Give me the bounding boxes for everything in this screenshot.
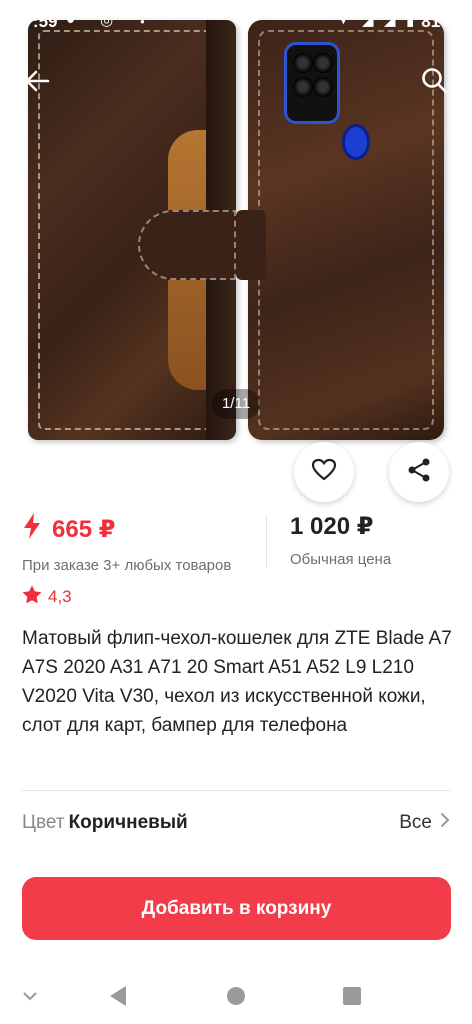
- color-value: Коричневый: [68, 812, 188, 833]
- signal-2-icon: ◢: [384, 12, 396, 29]
- system-nav-bar: [0, 968, 472, 1024]
- product-gallery[interactable]: 1/11: [0, 0, 472, 452]
- signal-icon: ◢: [362, 12, 374, 29]
- wifi-icon: ▼: [336, 11, 351, 28]
- promo-price: 665 ₽: [52, 516, 116, 543]
- regular-price-label: Обычная цена: [290, 551, 392, 568]
- nav-back-icon[interactable]: [104, 982, 132, 1010]
- chat-notification-icon: ●: [66, 11, 76, 28]
- product-image-case-back: [236, 20, 444, 440]
- status-bar: 17:59 ● ◎ ● ▼ ◢ ◢ ▮ 81 %: [0, 0, 472, 44]
- back-arrow-icon[interactable]: [22, 66, 52, 96]
- lightning-icon: [22, 512, 52, 547]
- whatsapp-icon: ◎: [100, 12, 114, 29]
- battery-level: 81 %: [421, 12, 460, 31]
- nav-recents-icon[interactable]: [338, 982, 366, 1010]
- divider: [22, 790, 450, 791]
- product-title: Матовый флип-чехол-кошелек для ZTE Blade…: [22, 628, 452, 736]
- color-selector[interactable]: Цвет Коричневый Все: [22, 812, 450, 838]
- star-icon: [22, 585, 48, 609]
- color-label: Цвет: [22, 812, 65, 833]
- chevron-right-icon: [432, 812, 450, 834]
- promo-price-note: При заказе 3+ любых товаров: [22, 557, 232, 574]
- dot-icon: ●: [140, 17, 145, 26]
- status-time: 17:59: [14, 12, 58, 31]
- share-button[interactable]: [389, 442, 449, 502]
- share-icon: [406, 457, 432, 488]
- add-to-cart-button[interactable]: Добавить в корзину: [22, 877, 451, 940]
- rating[interactable]: 4,3: [22, 585, 72, 609]
- favorite-button[interactable]: [294, 442, 354, 502]
- color-all-link[interactable]: Все: [399, 812, 450, 834]
- battery-icon: ▮: [406, 12, 415, 29]
- search-icon[interactable]: [420, 66, 450, 96]
- heart-icon: [311, 458, 337, 487]
- color-all-label: Все: [399, 812, 432, 833]
- gallery-counter: 1/11: [212, 389, 260, 419]
- nav-home-icon[interactable]: [222, 982, 250, 1010]
- rating-value: 4,3: [48, 587, 72, 606]
- promo-price-block: 665 ₽ При заказе 3+ любых товаров: [22, 512, 231, 574]
- price-divider: [266, 516, 267, 568]
- product-image-case-front: [28, 20, 236, 440]
- regular-price: 1 020 ₽: [290, 513, 374, 540]
- regular-price-block: 1 020 ₽ Обычная цена: [290, 512, 391, 568]
- nav-collapse-icon[interactable]: [16, 982, 44, 1010]
